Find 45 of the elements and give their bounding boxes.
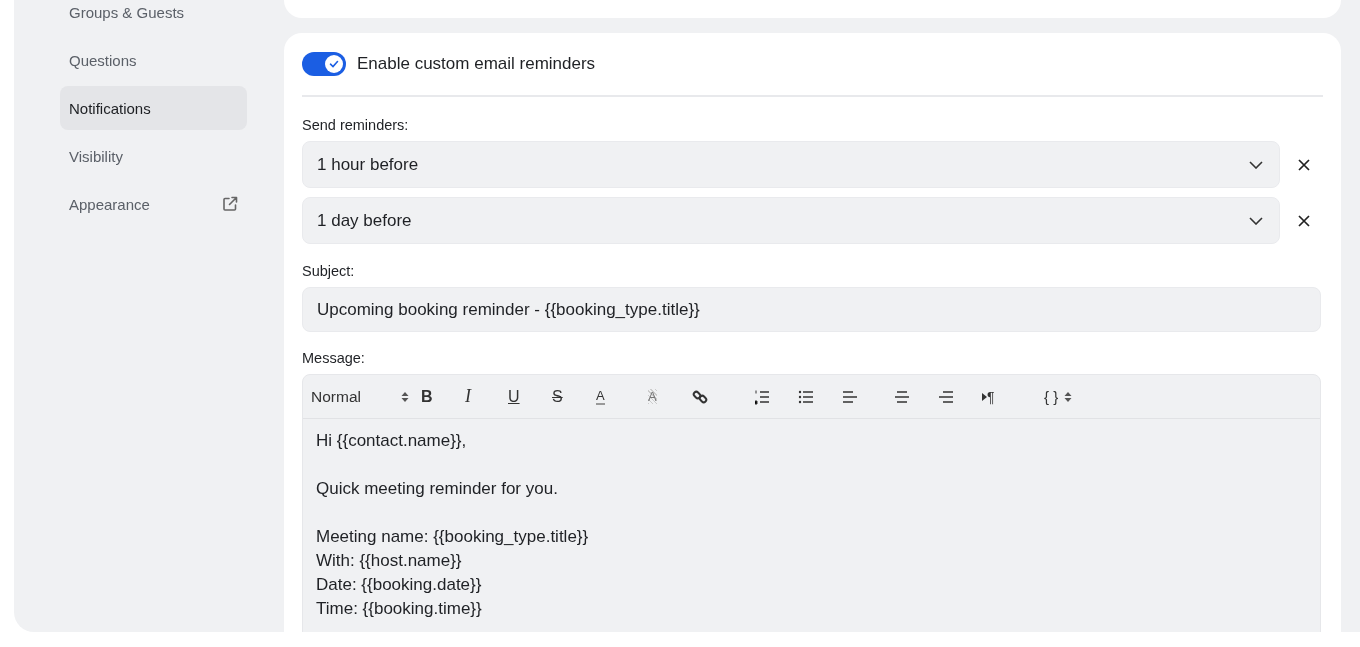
field-label: Subject: [302,263,356,279]
sidebar-item[interactable]: Appearance [60,182,247,226]
highlight-button[interactable]: A [648,382,692,411]
check-icon [328,58,340,70]
up-down-icon [401,390,409,403]
remove-button[interactable] [1297,213,1311,228]
link-icon [692,388,708,405]
variables-select[interactable]: { } [1044,382,1094,411]
toggle-label: Enable custom email reminders [357,54,596,74]
message-line: Time: {{booking.time}} [316,598,483,620]
sidebar-item[interactable]: Groups & Guests [60,0,247,34]
close-icon [1297,213,1311,228]
subject-field[interactable]: Upcoming booking reminder - {{booking_type.title}} [302,287,1321,332]
message-editor[interactable]: Normal B I U S A A ¶ { } Hi {{contact.name}}, Quick meeting reminder for you. Meeting name: {{booking_type.title}} With: {{host.name}} Date: {{booking.date}} Time: {{booking.time}} [302,374,1321,632]
sidebar-item[interactable]: Visibility [60,134,247,178]
italic-button[interactable]: I [465,382,508,411]
sidebar-item[interactable]: Questions [60,38,247,82]
message-line: With: {{host.name}} [316,550,463,572]
bold-button[interactable]: B [421,382,465,411]
field-label: Message: [302,350,366,366]
bullet-list-icon [798,388,814,405]
up-down-icon [1064,390,1073,403]
close-icon [1297,157,1311,172]
message-line: Meeting name: {{booking_type.title}} [316,526,590,548]
numbered-list-icon [754,388,770,405]
chevron-down-icon [1249,216,1263,225]
message-line: Hi {{contact.name}}, [316,430,468,452]
message-line: Quick meeting reminder for you. [316,478,559,500]
format-select[interactable]: Normal [311,382,421,411]
align-right-icon [938,389,954,404]
chevron-down-icon [1249,160,1263,169]
reminder-select[interactable]: 1 day before [302,197,1280,244]
remove-button[interactable] [1297,157,1311,172]
underline-button[interactable]: U [508,382,552,411]
strikethrough-button[interactable]: S [552,382,596,411]
message-line: Date: {{booking.date}} [316,574,483,596]
sidebar-item[interactable]: Notifications [60,86,247,130]
align-center-icon [894,389,910,404]
reminder-select[interactable]: 1 hour before [302,141,1280,188]
align-left-icon [842,389,858,404]
toggle-switch[interactable] [302,52,346,76]
field-label: Send reminders: [302,117,410,133]
triangle-icon [982,392,987,401]
text-color-button[interactable]: A [596,382,648,411]
text-direction-button[interactable]: ¶ [982,382,1044,411]
